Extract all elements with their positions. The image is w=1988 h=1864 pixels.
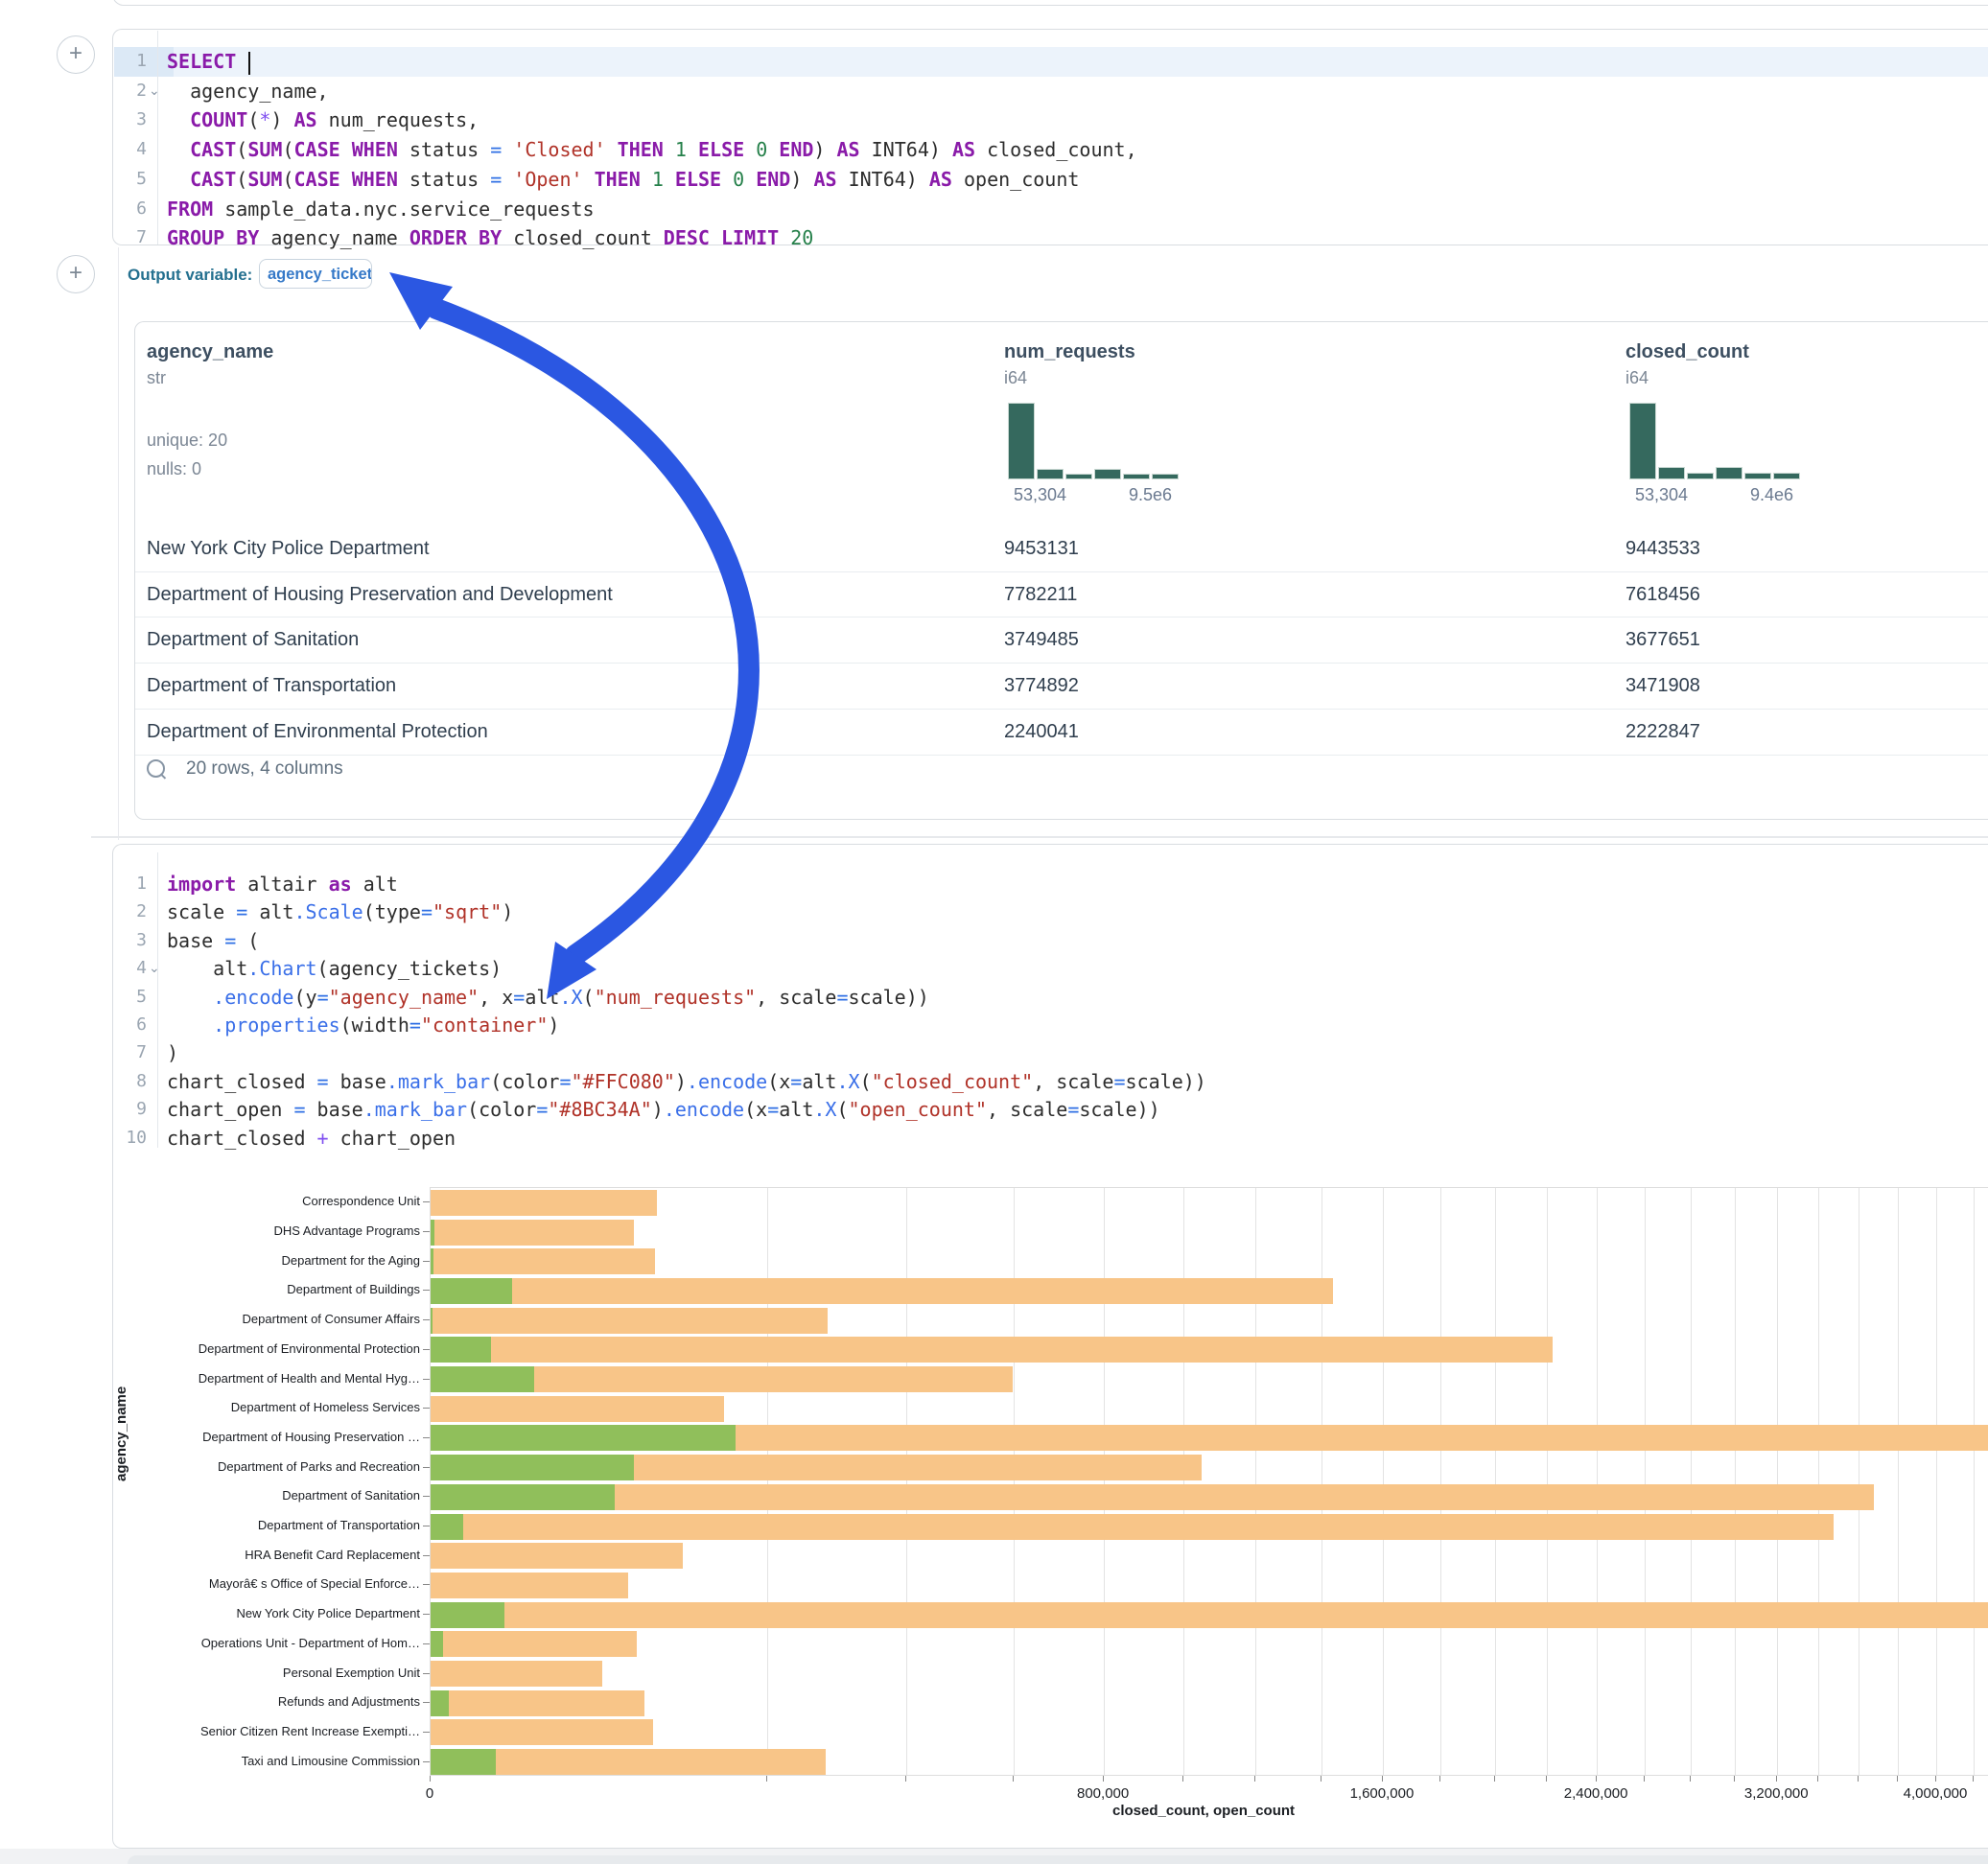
sql-cell-card: SELECT agency_name, COUNT(*) AS num_requ… xyxy=(112,29,1988,245)
table-cell: 7782211 xyxy=(1004,584,1077,606)
column-header-closed_count: closed_count xyxy=(1625,341,1749,363)
code-line: chart_closed = base.mark_bar(color="#FFC… xyxy=(167,1067,1206,1096)
table-cell: Department of Environmental Protection xyxy=(147,721,488,743)
python-cell-card: import altair as altscale = alt.Scale(ty… xyxy=(112,844,1988,1849)
cell-group-divider xyxy=(91,836,1988,838)
histogram-max-label: 9.5e6 xyxy=(1129,485,1172,505)
output-variable-badge[interactable]: agency_tickets xyxy=(259,259,372,289)
table-cell: 9453131 xyxy=(1004,538,1079,560)
line-number: 7 xyxy=(110,1042,147,1062)
column-type: str xyxy=(147,368,166,388)
code-line: COUNT(*) AS num_requests, xyxy=(167,105,479,134)
histogram-min-label: 53,304 xyxy=(1014,485,1066,505)
column-histogram xyxy=(1629,403,1804,479)
line-number: 8 xyxy=(110,1071,147,1091)
cell-spine xyxy=(118,247,119,840)
search-icon-handle xyxy=(160,773,166,779)
table-cell: 3471908 xyxy=(1625,675,1700,697)
table-row-count: 20 rows, 4 columns xyxy=(186,758,343,780)
row-separator xyxy=(135,663,1988,664)
output-variable-label: Output variable: xyxy=(128,266,252,285)
code-line: chart_open = base.mark_bar(color="#8BC34… xyxy=(167,1095,1160,1124)
code-line: alt.Chart(agency_tickets) xyxy=(167,954,502,983)
line-number: 3 xyxy=(110,930,147,950)
code-line: GROUP BY agency_name ORDER BY closed_cou… xyxy=(167,223,813,252)
code-line: .properties(width="container") xyxy=(167,1011,559,1039)
next-cell-edge xyxy=(128,1855,1988,1864)
line-number: 4 xyxy=(110,958,147,978)
table-cell: 9443533 xyxy=(1625,538,1700,560)
table-cell: Department of Transportation xyxy=(147,675,396,697)
code-line: SELECT xyxy=(167,47,250,76)
python-gutter-separator xyxy=(157,852,158,1148)
histogram-min-label: 53,304 xyxy=(1635,485,1688,505)
fold-chevron-icon[interactable]: ⌄ xyxy=(149,82,160,99)
result-table-card: agency_namestr unique: 20 nulls: 0 num_requ… xyxy=(134,321,1988,820)
sql-gutter-separator xyxy=(157,31,158,245)
table-cell: 7618456 xyxy=(1625,584,1700,606)
code-line: CAST(SUM(CASE WHEN status = 'Open' THEN … xyxy=(167,165,1079,194)
code-line: .encode(y="agency_name", x=alt.X("num_re… xyxy=(167,983,929,1012)
code-line: agency_name, xyxy=(167,77,329,105)
previous-cell-edge xyxy=(112,0,1988,6)
code-line: CAST(SUM(CASE WHEN status = 'Closed' THE… xyxy=(167,135,1137,164)
table-cell: 2240041 xyxy=(1004,721,1079,743)
code-line: FROM sample_data.nyc.service_requests xyxy=(167,195,595,223)
column-header-num_requests: num_requests xyxy=(1004,341,1135,363)
histogram-max-label: 9.4e6 xyxy=(1750,485,1793,505)
table-cell: 2222847 xyxy=(1625,721,1700,743)
column-type: i64 xyxy=(1625,368,1649,388)
row-separator xyxy=(135,709,1988,710)
line-number: 9 xyxy=(110,1099,147,1119)
code-line: ) xyxy=(167,1038,178,1067)
line-number: 5 xyxy=(110,987,147,1007)
column-stat: unique: 20 xyxy=(147,431,227,451)
table-cell: 3677651 xyxy=(1625,629,1700,651)
column-type: i64 xyxy=(1004,368,1027,388)
line-number: 4 xyxy=(110,139,147,159)
table-cell: 3774892 xyxy=(1004,675,1079,697)
table-cell: Department of Housing Preservation and D… xyxy=(147,584,613,606)
code-line: base = ( xyxy=(167,926,259,955)
line-number: 1 xyxy=(110,874,147,894)
add-cell-button-top[interactable]: + xyxy=(57,35,95,74)
line-number: 6 xyxy=(110,198,147,219)
line-number: 2 xyxy=(110,901,147,921)
table-cell: New York City Police Department xyxy=(147,538,430,560)
column-header-agency_name: agency_name xyxy=(147,341,273,363)
text-cursor xyxy=(248,52,250,75)
code-line: scale = alt.Scale(type="sqrt") xyxy=(167,897,513,926)
fold-chevron-icon[interactable]: ⌄ xyxy=(149,960,160,976)
table-cell: Department of Sanitation xyxy=(147,629,359,651)
row-separator xyxy=(135,755,1988,756)
line-number: 5 xyxy=(110,169,147,189)
line-number: 10 xyxy=(110,1128,147,1148)
line-number: 3 xyxy=(110,109,147,129)
line-number: 6 xyxy=(110,1014,147,1035)
line-number: 7 xyxy=(110,227,147,247)
column-stat: nulls: 0 xyxy=(147,459,201,479)
sql-current-line-highlight xyxy=(114,47,1988,77)
code-line: import altair as alt xyxy=(167,870,398,898)
add-cell-button-middle[interactable]: + xyxy=(57,255,95,293)
column-histogram xyxy=(1008,403,1182,479)
code-line: chart_closed + chart_open xyxy=(167,1124,456,1153)
row-separator xyxy=(135,571,1988,572)
line-number: 2 xyxy=(110,81,147,101)
table-cell: 3749485 xyxy=(1004,629,1079,651)
line-number: 1 xyxy=(110,51,147,71)
